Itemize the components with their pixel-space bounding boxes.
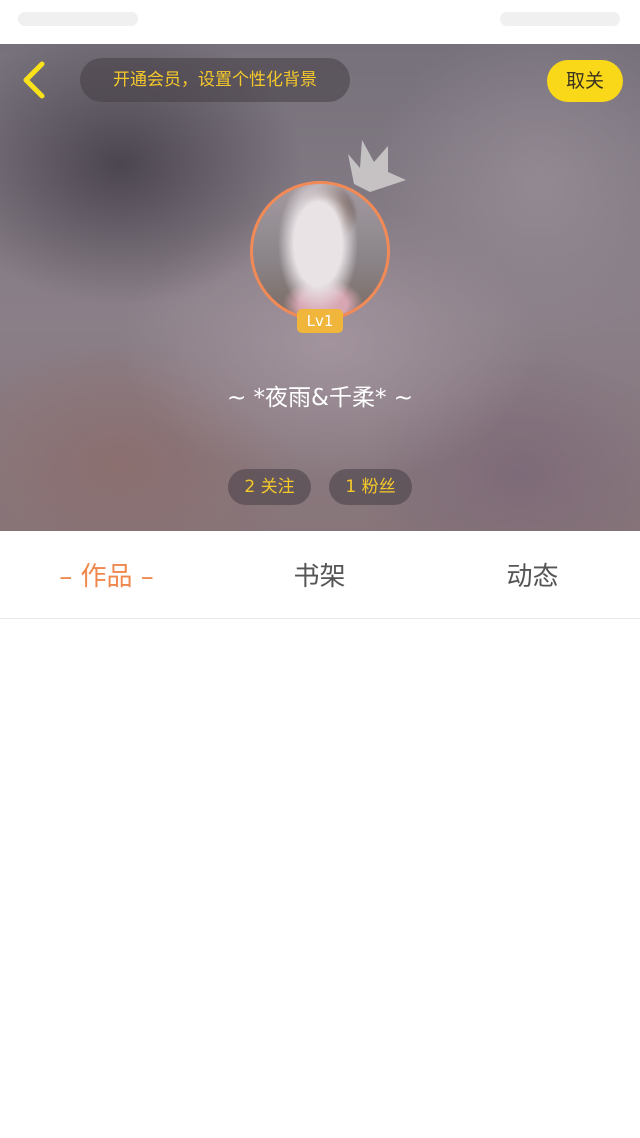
profile-tabs: – 作品 – 书架 动态: [0, 531, 640, 619]
status-bar-right: [500, 12, 620, 26]
status-bar-left: [18, 12, 138, 26]
tab-bookshelf[interactable]: 书架: [213, 531, 426, 619]
tab-works[interactable]: – 作品 –: [0, 531, 213, 619]
unfollow-button[interactable]: 取关: [547, 60, 623, 102]
username: ~ *夜雨&千柔* ~: [226, 385, 414, 411]
status-bar: [0, 0, 640, 44]
chevron-left-icon: [23, 61, 45, 99]
profile-header: 开通会员，设置个性化背景 取关 Lv1 ~ *夜雨&千柔* ~ 2 关注 1 粉…: [0, 44, 640, 531]
tab-activity[interactable]: 动态: [426, 531, 639, 619]
avatar[interactable]: [250, 181, 390, 321]
level-badge: Lv1: [297, 309, 343, 333]
fans-count-button[interactable]: 1 粉丝: [329, 469, 412, 505]
back-button[interactable]: [14, 58, 54, 102]
tab-content-area: [0, 620, 640, 1138]
vip-background-promo[interactable]: 开通会员，设置个性化背景: [80, 58, 350, 102]
following-count-button[interactable]: 2 关注: [228, 469, 311, 505]
